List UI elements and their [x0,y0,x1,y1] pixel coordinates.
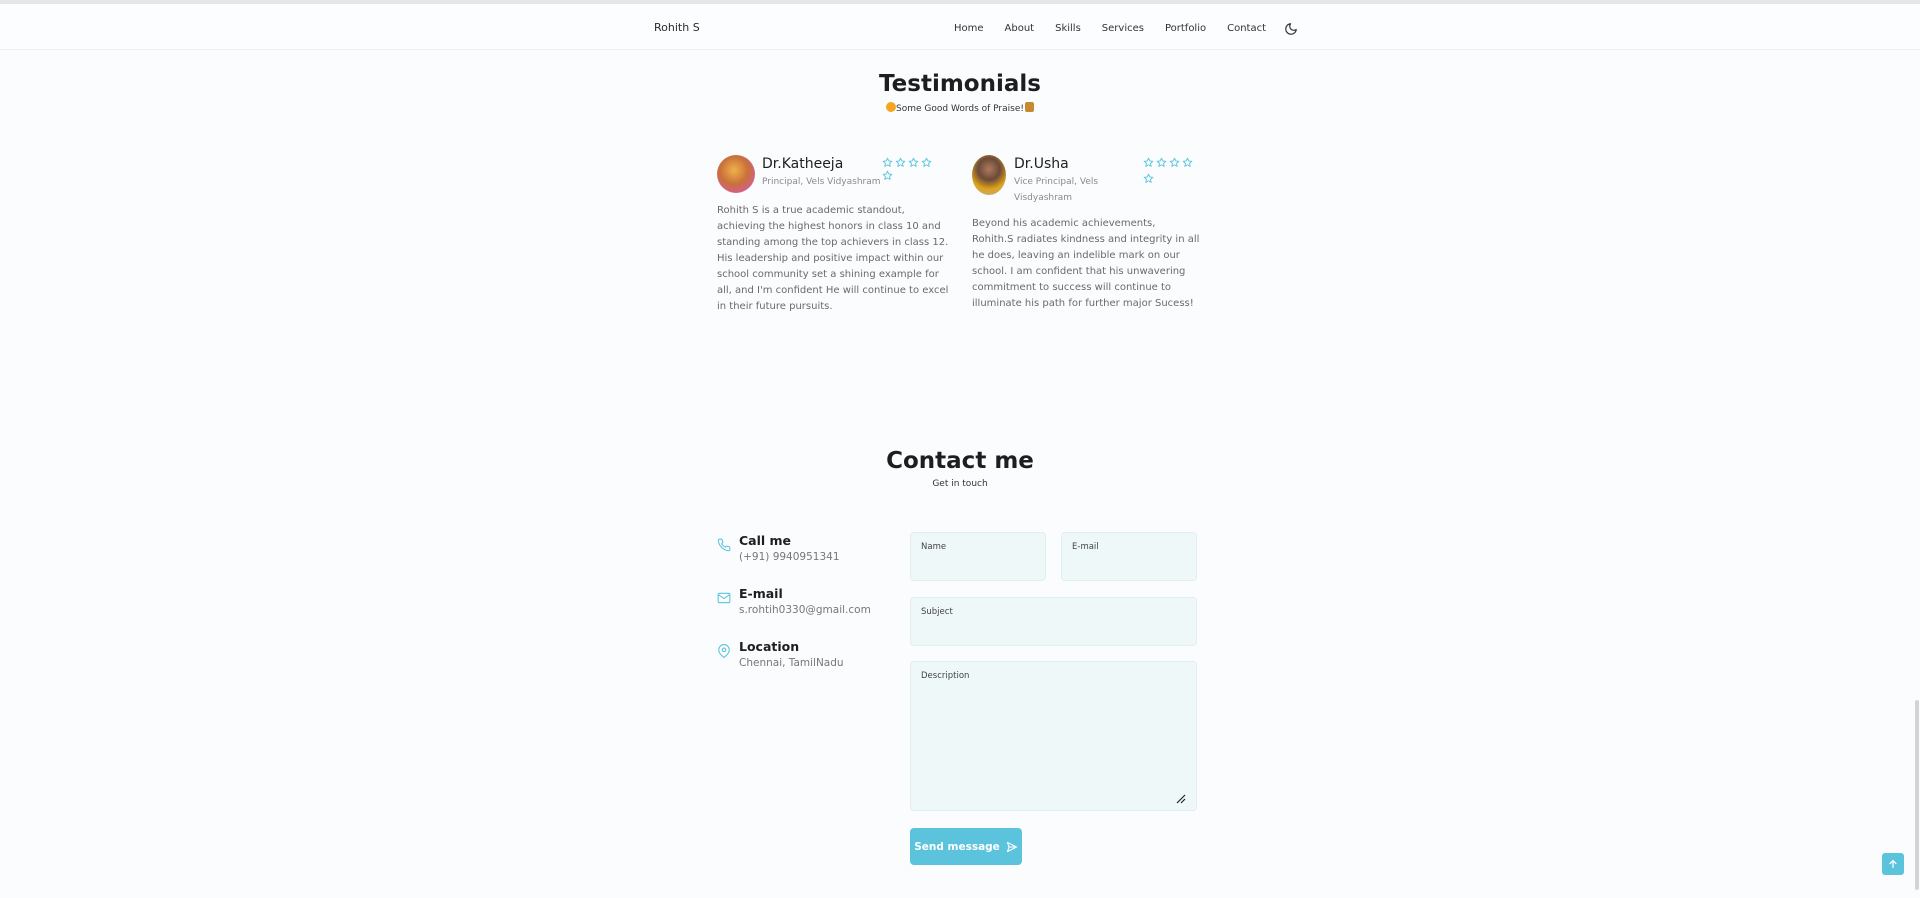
star-icon [908,157,919,167]
contact-info-value: Chennai, TamilNadu [739,657,844,669]
nav-skills[interactable]: Skills [1055,23,1081,34]
star-icon [1143,157,1154,167]
name-input[interactable] [921,557,1035,574]
testimonial-role: Principal, Vels Vidyashram [762,177,881,187]
star-icon [895,157,906,167]
subject-field[interactable]: Subject [910,597,1197,646]
flexed-emoji-icon [1024,102,1034,112]
contact-info-title: Call me [739,533,792,548]
star-rating [1143,157,1195,184]
testimonial-text: Beyond his academic achievements, Rohith… [972,218,1200,309]
nav-contact[interactable]: Contact [1227,23,1266,34]
description-textarea[interactable] [921,686,1186,804]
avatar [972,155,1006,195]
email-input[interactable] [1072,557,1186,574]
star-rating [882,157,944,181]
testimonials-subtitle: Some Good Words of Praise! [0,102,1920,114]
contact-info-value[interactable]: (+91) 9940951341 [739,551,840,563]
brand-logo[interactable]: Rohith S [654,21,700,34]
testimonial-name: Dr.Usha [1014,156,1069,172]
nav-home[interactable]: Home [954,23,984,34]
moon-icon[interactable] [1284,21,1298,35]
send-icon [1006,841,1017,852]
nav-links: Home About Skills Services Portfolio Con… [954,21,1298,35]
description-field[interactable]: Description [910,661,1197,811]
arrow-up-icon [1889,860,1897,868]
star-icon [1182,157,1193,167]
star-icon [1169,157,1180,167]
star-icon [882,157,893,167]
name-label: Name [921,542,947,552]
contact-info-title: E-mail [739,586,783,601]
contact-info-value[interactable]: s.rohtih0330@gmail.com [739,604,871,616]
scroll-to-top-button[interactable] [1882,853,1904,875]
description-label: Description [921,671,970,681]
avatar [717,155,755,193]
subject-input[interactable] [921,622,1186,639]
nav-about[interactable]: About [1005,23,1035,34]
send-message-label: Send message [914,840,1000,853]
nav-services[interactable]: Services [1102,23,1144,34]
star-struck-emoji-icon [886,102,896,112]
contact-info-title: Location [739,639,800,654]
phone-icon [717,538,731,552]
contact-subtitle: Get in touch [932,479,988,489]
resize-handle-icon[interactable] [1176,794,1186,804]
testimonial-text: Rohith S is a true academic standout, ac… [717,205,949,312]
navbar: Rohith S Home About Skills Services Port… [0,4,1920,50]
send-message-button[interactable]: Send message [910,828,1022,865]
testimonial-name: Dr.Katheeja [762,156,844,172]
testimonials-title: Testimonials [879,71,1041,97]
nav-portfolio[interactable]: Portfolio [1165,23,1206,34]
star-icon [921,157,932,167]
name-field[interactable]: Name [910,532,1046,581]
star-icon [1156,157,1167,167]
testimonial-role: Vice Principal, Vels Visdyashram [1014,177,1099,203]
star-icon [1143,173,1154,183]
email-field[interactable]: E-mail [1061,532,1197,581]
email-label: E-mail [1072,542,1099,552]
star-icon [882,170,893,180]
scrollbar[interactable] [1915,700,1919,890]
map-pin-icon [718,644,730,658]
contact-title: Contact me [886,448,1034,474]
mail-icon [717,592,731,604]
subject-label: Subject [921,607,953,617]
